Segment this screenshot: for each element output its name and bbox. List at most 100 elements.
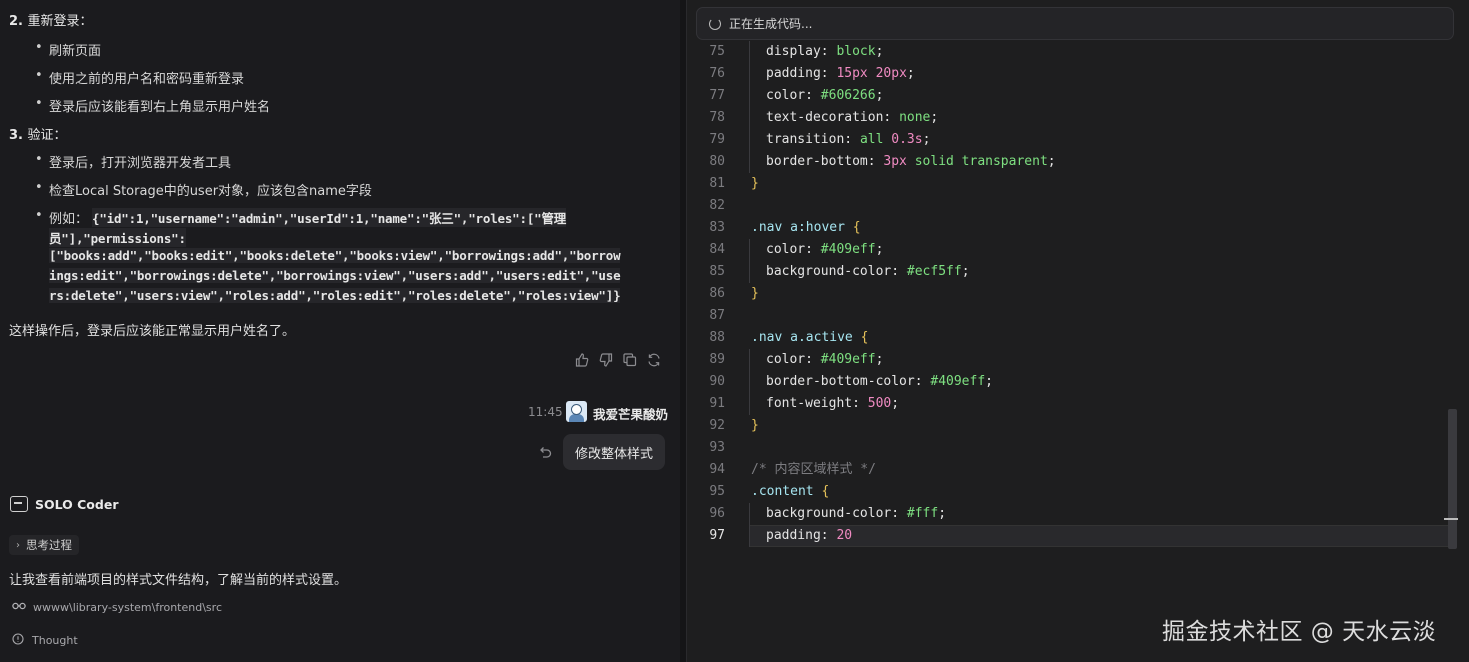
code-text: border-bottom: 3px solid transparent; [766,154,1056,169]
code-line[interactable]: 78 text-decoration: none; [687,107,1447,129]
thought-status: Thought [12,633,78,648]
scrollbar-position-marker [1444,518,1458,520]
feedback-toolbar [575,352,661,367]
step-2-heading: 2. 重新登录： [9,10,93,29]
line-number: 91 [709,396,725,411]
line-number: 84 [709,242,725,257]
thumb-down-icon[interactable] [599,352,613,367]
code-line[interactable]: 88 .nav a.active { [687,327,1447,349]
line-number: 89 [709,352,725,367]
code-line[interactable]: 85 background-color: #ecf5ff; [687,261,1447,283]
indent-guide [749,503,750,525]
indent-guide [749,239,750,261]
code-text: color: #409eff; [766,352,884,367]
loading-spinner-icon [709,17,721,30]
code-line[interactable]: 81} [687,173,1447,195]
code-text: background-color: #ecf5ff; [766,264,970,279]
indent-guide [749,107,750,129]
code-text: } [751,418,759,433]
code-line[interactable]: 89 color: #409eff; [687,349,1447,371]
inline-code: {"id":1,"username":"admin","userId":1,"n… [92,208,566,227]
thumb-up-icon[interactable] [575,352,589,367]
generation-status-bar: 正在生成代码... [696,7,1454,40]
code-text: .nav a:hover { [751,220,861,235]
terminal-icon [10,496,28,512]
step-number: 3. [9,128,23,143]
indent-guide [749,85,750,107]
info-icon [12,633,24,648]
code-line[interactable]: 82 [687,195,1447,217]
indent-guide [749,151,750,173]
code-text: .content { [751,484,830,499]
code-text: background-color: #fff; [766,506,947,521]
code-line[interactable]: 76 padding: 15px 20px; [687,63,1447,85]
line-number: 83 [709,220,725,235]
code-line[interactable]: 96 background-color: #fff; [687,503,1447,525]
code-text: } [751,286,759,301]
chevron-right-icon: › [16,539,20,551]
indent-guide [749,525,750,547]
line-number: 77 [709,88,725,103]
message-time: 11:45 [528,405,563,419]
copy-icon[interactable] [623,352,637,367]
code-line[interactable]: 90 border-bottom-color: #409eff; [687,371,1447,393]
list-item: 刷新页面 [35,40,101,59]
code-text: color: #409eff; [766,242,884,257]
list-item: 检查Local Storage中的user对象，应该包含name字段 [35,180,372,199]
line-number: 78 [709,110,725,125]
refresh-icon[interactable] [647,352,661,367]
vertical-scrollbar[interactable] [1448,409,1457,549]
line-number: 93 [709,440,725,455]
indent-guide [749,129,750,151]
inline-code: rs:delete","users:view","roles:add","rol… [49,288,621,303]
line-number: 76 [709,66,725,81]
code-line[interactable]: 84 color: #409eff; [687,239,1447,261]
path-tool-call[interactable]: wwww\library-system\frontend\src [12,601,222,614]
generation-status: 正在生成代码... [729,17,813,31]
code-line[interactable]: 83 .nav a:hover { [687,217,1447,239]
undo-icon[interactable] [537,444,553,460]
code-line[interactable]: 79 transition: all 0.3s; [687,129,1447,151]
code-line[interactable]: 91 font-weight: 500; [687,393,1447,415]
step-title: 重新登录： [27,14,93,29]
agent-text: 让我查看前端项目的样式文件结构，了解当前的样式设置。 [9,573,348,588]
code-line[interactable]: 95 .content { [687,481,1447,503]
step-title: 验证： [27,128,67,143]
code-line[interactable]: 80 border-bottom: 3px solid transparent; [687,151,1447,173]
user-message-bubble: 修改整体样式 [563,434,665,470]
line-number: 94 [709,462,725,477]
avatar [566,401,587,422]
code-text: display: block; [766,44,884,59]
indent-guide [749,63,750,85]
line-number: 81 [709,176,725,191]
line-number: 85 [709,264,725,279]
code-line[interactable]: 94 /* 内容区域样式 */ [687,459,1447,481]
agent-name: SOLO Coder [35,497,119,512]
line-number: 87 [709,308,725,323]
code-line[interactable]: 77 color: #606266; [687,85,1447,107]
code-line[interactable]: 92} [687,415,1447,437]
step-3-heading: 3. 验证： [9,124,67,143]
code-text: /* 内容区域样式 */ [751,462,876,477]
code-line[interactable]: 86} [687,283,1447,305]
inline-code: ings:edit","borrowings:delete","borrowin… [49,268,621,283]
code-line[interactable]: 97 padding: 20 [687,525,1449,547]
code-text: transition: all 0.3s; [766,132,931,147]
thinking-process-toggle[interactable]: › 思考过程 [9,535,79,555]
code-line[interactable]: 87 [687,305,1447,327]
code-line[interactable]: 75 display: block; [687,41,1447,63]
line-number: 75 [709,44,725,59]
code-editor: 正在生成代码... 75 display: block; 76 padding: 15… [686,0,1469,662]
example-label: 例如： [35,208,88,227]
chat-panel: 2. 重新登录： 刷新页面 使用之前的用户名和密码重新登录 登录后应该能看到右上… [0,0,680,662]
line-number: 82 [709,198,725,213]
code-text: border-bottom-color: #409eff; [766,374,993,389]
line-number: 79 [709,132,725,147]
inline-code: ["books:add","books:edit","books:delete"… [49,248,621,263]
thinking-label: 思考过程 [26,538,72,552]
code-text: padding: 20 [766,528,853,543]
code-line[interactable]: 93 [687,437,1447,459]
code-text: } [751,176,759,191]
line-number: 90 [709,374,725,389]
step-number: 2. [9,14,23,29]
